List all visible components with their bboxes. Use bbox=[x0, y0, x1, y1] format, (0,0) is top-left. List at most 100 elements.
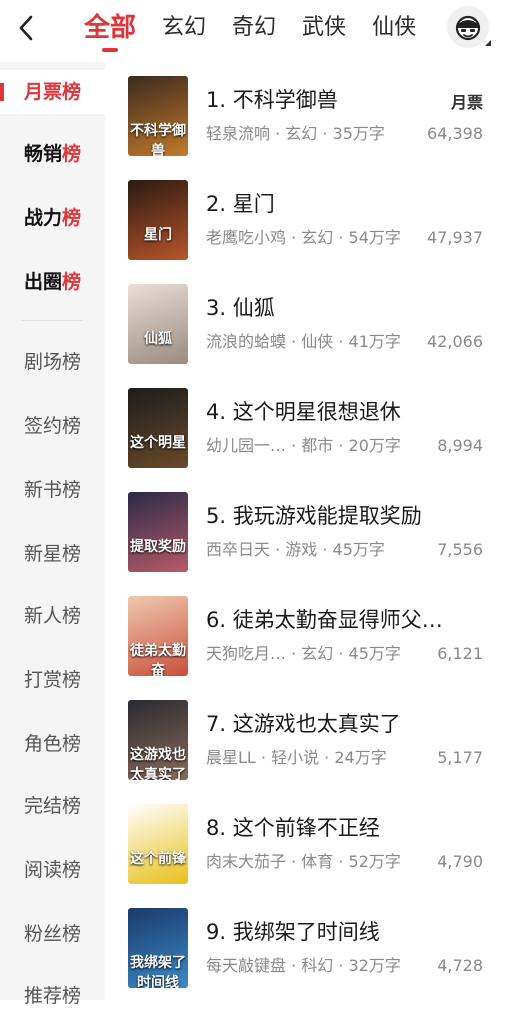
book-cover[interactable]: 星门 bbox=[128, 180, 188, 260]
sidebar-item-label: 新书榜 bbox=[23, 479, 81, 501]
sidebar-item-suffix: 榜 bbox=[62, 143, 82, 165]
cover-title-art: 不科学御兽 bbox=[130, 123, 186, 156]
book-cover[interactable]: 这个明星 bbox=[128, 388, 188, 468]
book-row[interactable]: 徒弟太勤奋 6. 徒弟太勤奋显得师父… 天狗吃月… · 玄幻 · 45万字 6,121 bbox=[105, 582, 507, 686]
sidebar-item-14[interactable]: 推荐榜 bbox=[0, 974, 105, 1018]
tab-1[interactable]: 玄幻 bbox=[162, 0, 206, 56]
book-cover[interactable]: 这个前锋 bbox=[128, 804, 188, 884]
book-cover[interactable]: 提取奖励 bbox=[128, 492, 188, 572]
avatar-button[interactable] bbox=[447, 6, 491, 48]
sidebar-item-suffix: 榜 bbox=[62, 81, 82, 103]
book-cover[interactable]: 我绑架了时间线 bbox=[128, 908, 188, 988]
book-row[interactable]: 我绑架了时间线 9. 我绑架了时间线每天敲键盘 · 科幻 · 32万字 4,728 bbox=[105, 894, 507, 998]
book-meta: 肉末大茄子 · 体育 · 52万字 bbox=[206, 852, 401, 871]
book-cover[interactable]: 不科学御兽 bbox=[128, 76, 188, 156]
monthly-ticket-count: 8,994 bbox=[437, 436, 483, 455]
tab-3[interactable]: 武侠 bbox=[302, 0, 346, 56]
book-row[interactable]: 这个前锋 8. 这个前锋不正经肉末大茄子 · 体育 · 52万字 4,790 bbox=[105, 790, 507, 894]
sidebar-item-9[interactable]: 打赏榜 bbox=[0, 658, 105, 702]
monthly-ticket-count: 64,398 bbox=[427, 124, 483, 143]
book-title[interactable]: 5. 我玩游戏能提取奖励 bbox=[206, 502, 471, 530]
book-title[interactable]: 2. 星门 bbox=[206, 190, 471, 218]
book-meta: 西卒日天 · 游戏 · 45万字 bbox=[206, 540, 385, 559]
cover-title-art: 徒弟太勤奋 bbox=[130, 643, 186, 676]
chevron-left-icon bbox=[19, 15, 33, 41]
category-tabs: 全部 玄幻 奇幻 武侠 仙侠 bbox=[84, 0, 442, 56]
sidebar-item-1[interactable]: 畅销榜 bbox=[0, 132, 105, 176]
sidebar-item-label: 粉丝榜 bbox=[23, 923, 81, 945]
book-meta: 天狗吃月… · 玄幻 · 45万字 bbox=[206, 644, 401, 663]
book-title[interactable]: 3. 仙狐 bbox=[206, 294, 471, 322]
cover-title-art: 仙狐 bbox=[144, 331, 172, 347]
sidebar-item-label: 剧场榜 bbox=[23, 351, 81, 373]
book-title[interactable]: 9. 我绑架了时间线 bbox=[206, 918, 471, 946]
monthly-ticket-count: 7,556 bbox=[437, 540, 483, 559]
sidebar-item-suffix: 榜 bbox=[62, 271, 82, 293]
tab-2[interactable]: 奇幻 bbox=[232, 0, 276, 56]
sidebar-item-11[interactable]: 完结榜 bbox=[0, 784, 105, 828]
cover-title-art: 我绑架了时间线 bbox=[130, 955, 186, 988]
sidebar-item-label: 新人榜 bbox=[23, 605, 81, 627]
book-title[interactable]: 8. 这个前锋不正经 bbox=[206, 814, 471, 842]
sidebar-divider bbox=[22, 320, 82, 321]
sidebar-item-0[interactable]: 月票榜 bbox=[0, 70, 105, 114]
sidebar-item-label: 畅销 bbox=[23, 143, 62, 165]
book-ranking-list: 不科学御兽 1. 不科学御兽轻泉流响 · 玄幻 · 35万字 64,398 月票星门 2… bbox=[105, 62, 507, 1000]
book-cover[interactable]: 仙狐 bbox=[128, 284, 188, 364]
book-title[interactable]: 4. 这个明星很想退休 bbox=[206, 398, 471, 426]
monthly-ticket-count: 4,790 bbox=[437, 852, 483, 871]
cover-title-art: 星门 bbox=[144, 227, 172, 243]
book-cover[interactable]: 这游戏也太真实了 bbox=[128, 700, 188, 780]
avatar-icon bbox=[455, 15, 481, 41]
sidebar-item-13[interactable]: 粉丝榜 bbox=[0, 912, 105, 956]
sidebar-item-4[interactable]: 剧场榜 bbox=[0, 340, 105, 384]
top-bar: 全部 玄幻 奇幻 武侠 仙侠 bbox=[0, 0, 507, 62]
book-cover[interactable]: 徒弟太勤奋 bbox=[128, 596, 188, 676]
sidebar-item-10[interactable]: 角色榜 bbox=[0, 722, 105, 766]
book-row[interactable]: 这个明星 4. 这个明星很想退休 幼儿园一… · 都市 · 20万字 8,994 bbox=[105, 374, 507, 478]
ranking-sidebar: 月票榜 畅销榜 战力榜 出圈榜 剧场榜 签约榜 新书榜 新星榜 新人榜 打赏榜 角色榜 完结榜 阅读榜粉… bbox=[0, 62, 105, 1007]
book-meta: 每天敲键盘 · 科幻 · 32万字 bbox=[206, 956, 401, 975]
cover-title-art: 这游戏也太真实了 bbox=[130, 747, 186, 780]
sidebar-item-label: 完结榜 bbox=[23, 795, 81, 817]
sidebar-item-label: 推荐榜 bbox=[23, 985, 81, 1007]
book-title[interactable]: 6. 徒弟太勤奋显得师父… bbox=[206, 606, 471, 634]
book-meta: 老鹰吃小鸡 · 玄幻 · 54万字 bbox=[206, 228, 401, 247]
sidebar-item-label: 打赏榜 bbox=[23, 669, 81, 691]
sidebar-item-label: 角色榜 bbox=[23, 733, 81, 755]
sidebar-item-8[interactable]: 新人榜 bbox=[0, 594, 105, 638]
cover-title-art: 提取奖励 bbox=[130, 539, 186, 555]
sidebar-item-12[interactable]: 阅读榜 bbox=[0, 848, 105, 892]
monthly-ticket-count: 47,937 bbox=[427, 228, 483, 247]
tab-4[interactable]: 仙侠 bbox=[372, 0, 416, 56]
sidebar-item-7[interactable]: 新星榜 bbox=[0, 532, 105, 576]
cover-title-art: 这个前锋 bbox=[130, 851, 186, 867]
monthly-ticket-count: 4,728 bbox=[437, 956, 483, 975]
column-label: 月票 bbox=[450, 93, 483, 112]
back-button[interactable] bbox=[8, 10, 44, 46]
monthly-ticket-count: 5,177 bbox=[437, 748, 483, 767]
book-row[interactable]: 这游戏也太真实了 7. 这游戏也太真实了 晨星LL · 轻小说 · 24万字 5,17… bbox=[105, 686, 507, 790]
sidebar-item-3[interactable]: 出圈榜 bbox=[0, 260, 105, 304]
sidebar-item-label: 月票 bbox=[23, 81, 62, 103]
book-meta: 轻泉流响 · 玄幻 · 35万字 bbox=[206, 124, 385, 143]
book-row[interactable]: 星门 2. 星门老鹰吃小鸡 · 玄幻 · 54万字 47,937 bbox=[105, 166, 507, 270]
cover-title-art: 这个明星 bbox=[130, 435, 186, 451]
sidebar-item-label: 签约榜 bbox=[23, 415, 81, 437]
tab-0[interactable]: 全部 bbox=[84, 0, 136, 56]
book-title[interactable]: 1. 不科学御兽 bbox=[206, 86, 471, 114]
sidebar-item-6[interactable]: 新书榜 bbox=[0, 468, 105, 512]
book-row[interactable]: 提取奖励 5. 我玩游戏能提取奖励西卒日天 · 游戏 · 45万字 7,556 bbox=[105, 478, 507, 582]
sidebar-item-5[interactable]: 签约榜 bbox=[0, 404, 105, 448]
sidebar-item-suffix: 榜 bbox=[62, 207, 82, 229]
sidebar-item-label: 出圈 bbox=[23, 271, 62, 293]
book-row[interactable]: 不科学御兽 1. 不科学御兽轻泉流响 · 玄幻 · 35万字 64,398 月票 bbox=[105, 62, 507, 166]
sidebar-item-label: 新星榜 bbox=[23, 543, 81, 565]
book-title[interactable]: 7. 这游戏也太真实了 bbox=[206, 710, 471, 738]
monthly-ticket-count: 6,121 bbox=[437, 644, 483, 663]
monthly-ticket-count: 42,066 bbox=[427, 332, 483, 351]
book-row[interactable]: 仙狐 3. 仙狐流浪的蛤蟆 · 仙侠 · 41万字 42,066 bbox=[105, 270, 507, 374]
sidebar-item-label: 战力 bbox=[23, 207, 62, 229]
book-meta: 流浪的蛤蟆 · 仙侠 · 41万字 bbox=[206, 332, 401, 351]
sidebar-item-2[interactable]: 战力榜 bbox=[0, 196, 105, 240]
